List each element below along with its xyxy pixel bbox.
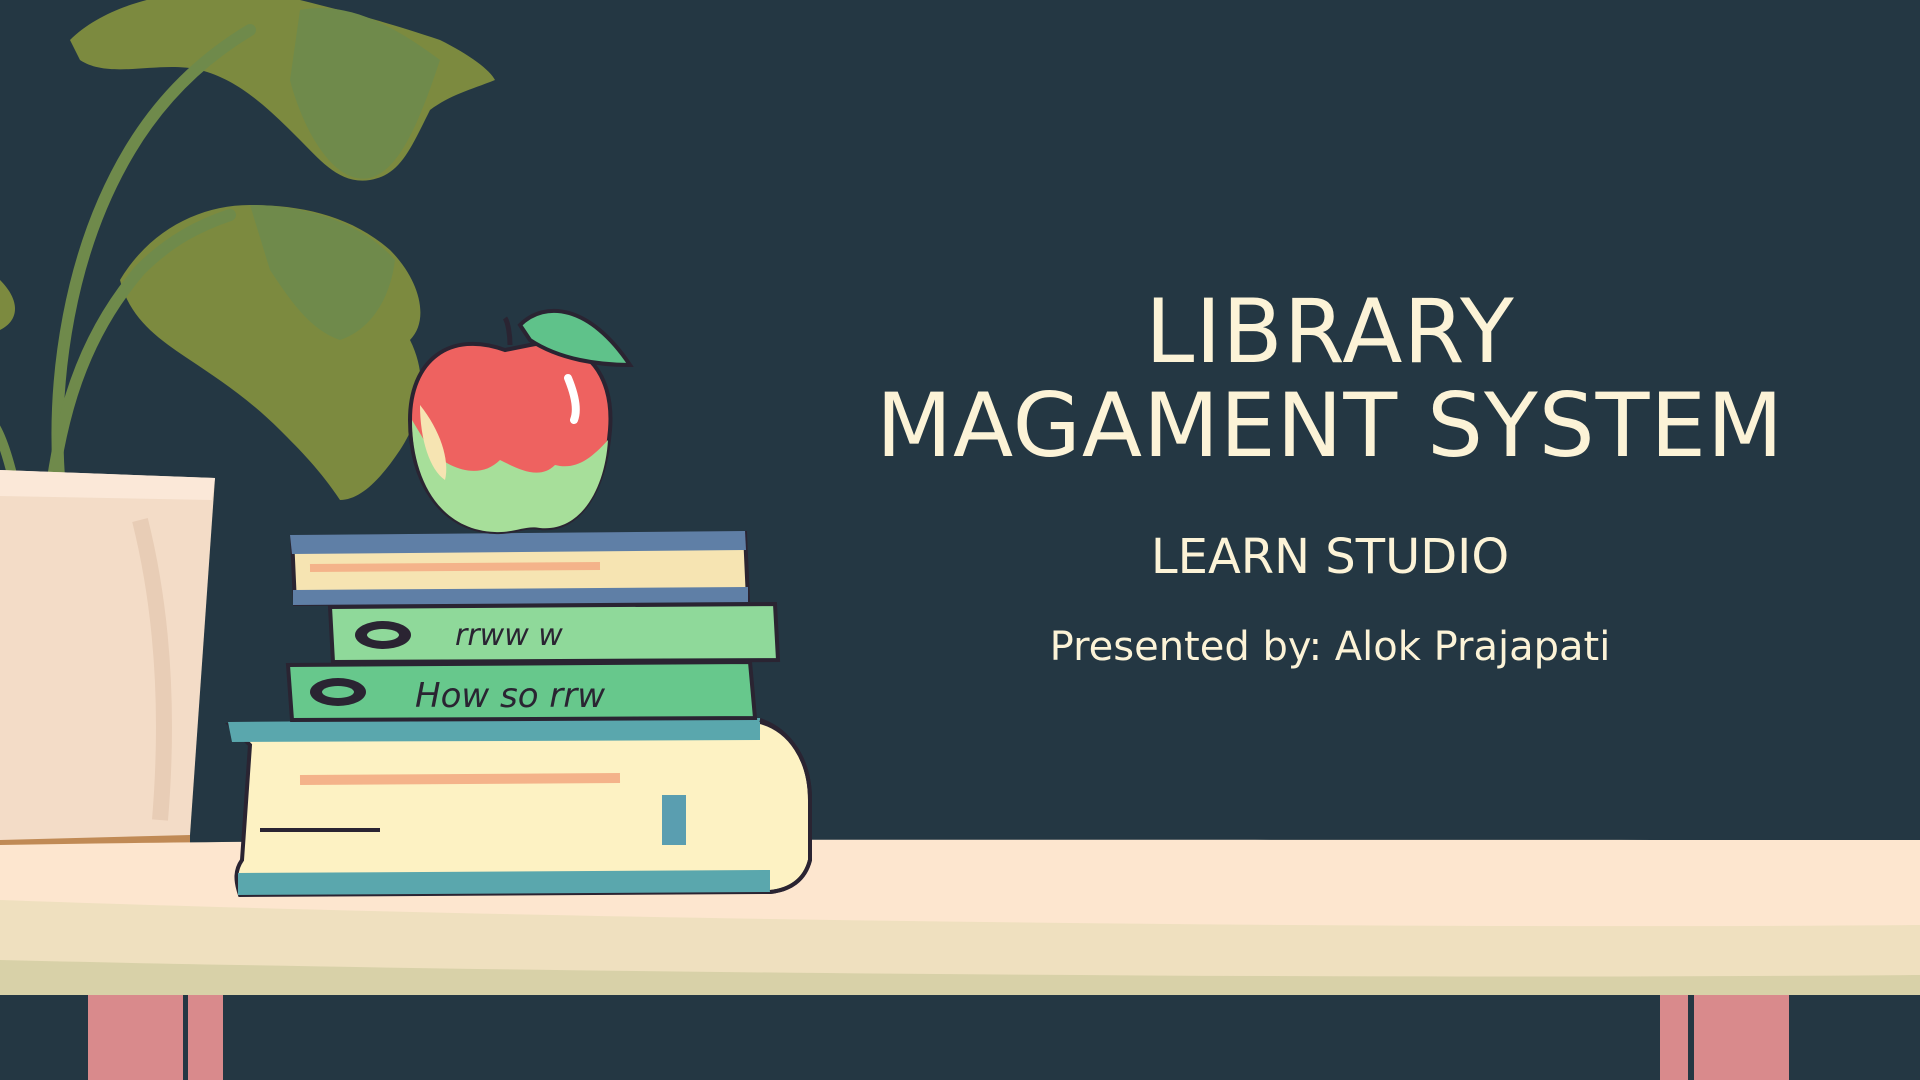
apple-icon [407,308,634,535]
flower-pot-icon [0,470,215,892]
slide: How so rrw rrww w LIBRARY MAGAMENT SYSTE… [0,0,1920,1080]
subtitle: LEARN STUDIO [1150,529,1510,585]
book3-spine-text: How so rrw [415,676,605,716]
book2-spine-text: rrww w [455,618,563,653]
title-block: LIBRARY MAGAMENT SYSTEM LEARN STUDIO Pre… [840,285,1820,671]
book-stack-icon: How so rrw rrww w [225,530,812,898]
title-line-2: MAGAMENT SYSTEM [876,374,1784,477]
title-line-1: LIBRARY [1145,280,1515,383]
presenter-text: Presented by: Alok Prajapati [1049,624,1611,670]
